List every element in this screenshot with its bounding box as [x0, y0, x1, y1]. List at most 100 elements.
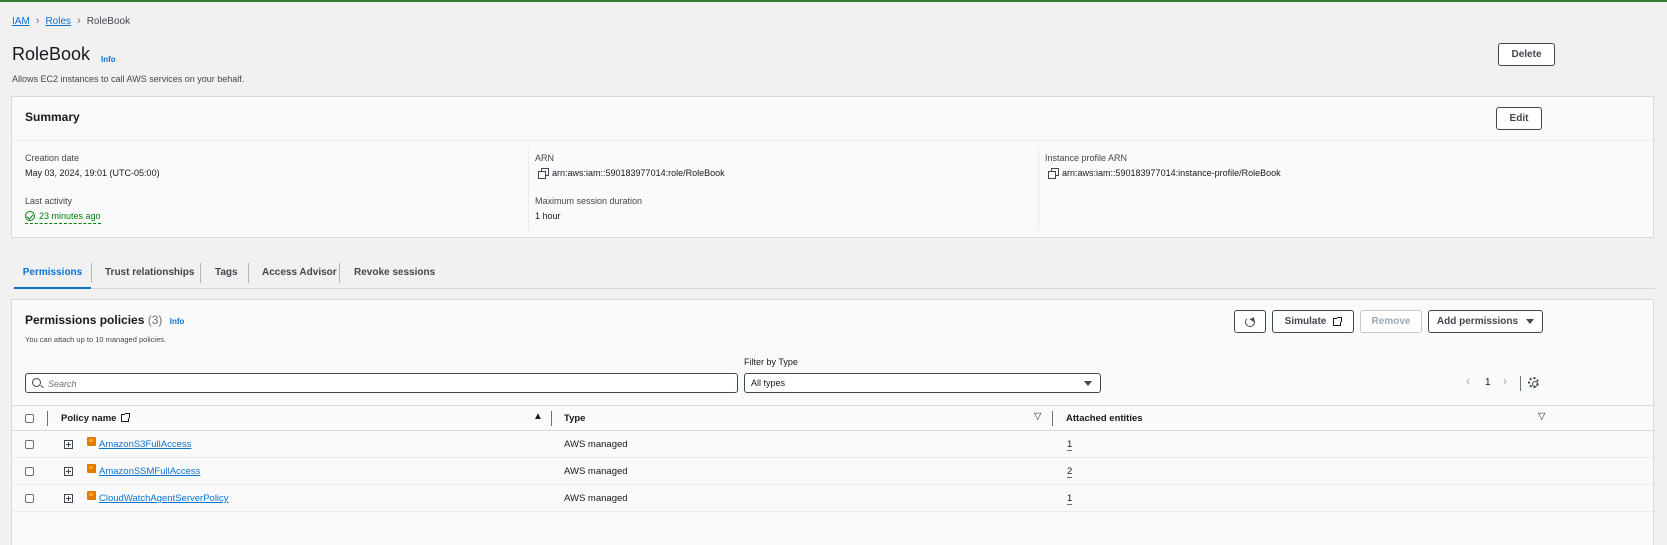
table-row[interactable]: AmazonSSMFullAccess AWS managed 2	[12, 458, 1653, 485]
creation-date-value: May 03, 2024, 19:01 (UTC-05:00)	[25, 168, 160, 178]
instance-profile-value: arn:aws:iam::590183977014:instance-profi…	[1048, 168, 1281, 179]
column-divider	[1038, 147, 1039, 231]
search-icon	[32, 378, 41, 387]
next-page-icon[interactable]: ›	[1503, 374, 1507, 388]
last-activity-value[interactable]: 23 minutes ago	[25, 211, 101, 224]
top-accent-line	[0, 0, 1667, 2]
refresh-button[interactable]	[1234, 310, 1266, 333]
arn-text: arn:aws:iam::590183977014:role/RoleBook	[552, 168, 725, 178]
policy-type: AWS managed	[564, 493, 628, 504]
external-link-icon	[121, 413, 131, 422]
permissions-description: You can attach up to 10 managed policies…	[25, 335, 167, 344]
permissions-title-text: Permissions policies	[25, 313, 145, 327]
previous-page-icon[interactable]: ‹	[1466, 374, 1470, 388]
column-header-attached-entities[interactable]: Attached entities	[1066, 413, 1143, 424]
external-link-icon	[1333, 316, 1343, 326]
tab-revoke-sessions[interactable]: Revoke sessions	[354, 257, 435, 288]
aws-managed-policy-icon	[87, 491, 96, 500]
expand-icon[interactable]	[64, 494, 73, 503]
table-header: Policy name ▲ Type ▽ Attached entities ▽	[12, 405, 1653, 431]
permissions-policies-panel: Permissions policies (3) Info You can at…	[11, 299, 1654, 545]
add-permissions-button[interactable]: Add permissions	[1428, 310, 1543, 333]
select-all-checkbox[interactable]	[25, 414, 34, 423]
row-checkbox[interactable]	[25, 494, 34, 503]
info-link[interactable]: Info	[101, 55, 116, 64]
table-row[interactable]: AmazonS3FullAccess AWS managed 1	[12, 431, 1653, 458]
caret-down-icon	[1084, 381, 1092, 386]
policy-type: AWS managed	[564, 439, 628, 450]
aws-managed-policy-icon	[87, 437, 96, 446]
page-title: RoleBook	[12, 44, 91, 64]
permissions-title: Permissions policies (3) Info	[25, 313, 184, 327]
info-link[interactable]: Info	[170, 317, 185, 326]
expand-icon[interactable]	[64, 440, 73, 449]
sort-icon[interactable]: ▽	[1538, 411, 1545, 422]
tab-permissions[interactable]: Permissions	[14, 257, 91, 289]
instance-profile-text: arn:aws:iam::590183977014:instance-profi…	[1062, 168, 1281, 178]
policy-type: AWS managed	[564, 466, 628, 477]
column-divider	[551, 411, 552, 426]
refresh-icon	[1245, 316, 1255, 327]
copy-icon[interactable]	[1048, 168, 1059, 179]
arn-value: arn:aws:iam::590183977014:role/RoleBook	[538, 168, 725, 179]
tab-bar: Permissions Trust relationships Tags Acc…	[12, 257, 1655, 289]
settings-gear-icon[interactable]	[1528, 377, 1539, 388]
expand-icon[interactable]	[64, 467, 73, 476]
pager-divider	[1520, 376, 1521, 391]
attached-entities-count[interactable]: 2	[1067, 466, 1073, 478]
copy-icon[interactable]	[538, 168, 549, 179]
simulate-button[interactable]: Simulate	[1272, 310, 1354, 333]
tab-divider	[91, 263, 92, 283]
policy-name-header-text: Policy name	[61, 413, 117, 424]
arn-label: ARN	[535, 153, 555, 163]
tab-tags[interactable]: Tags	[215, 257, 238, 288]
attached-entities-count[interactable]: 1	[1067, 493, 1073, 505]
delete-button[interactable]: Delete	[1498, 43, 1555, 66]
tab-divider	[248, 263, 249, 283]
instance-profile-label: Instance profile ARN	[1045, 153, 1128, 163]
column-header-policy-name[interactable]: Policy name	[61, 413, 131, 424]
simulate-label: Simulate	[1284, 316, 1327, 327]
policy-link[interactable]: AmazonS3FullAccess	[99, 439, 191, 450]
table-row[interactable]: CloudWatchAgentServerPolicy AWS managed …	[12, 485, 1653, 512]
max-session-value: 1 hour	[535, 211, 561, 221]
breadcrumb: IAM › Roles › RoleBook	[12, 15, 130, 27]
search-field[interactable]	[25, 373, 738, 393]
type-filter-value: All types	[751, 378, 786, 388]
chevron-right-icon: ›	[77, 15, 81, 27]
caret-down-icon	[1526, 319, 1535, 324]
attached-entities-count[interactable]: 1	[1067, 439, 1073, 451]
breadcrumb-current: RoleBook	[86, 15, 131, 27]
search-input[interactable]	[48, 377, 728, 390]
row-checkbox[interactable]	[25, 467, 34, 476]
edit-button[interactable]: Edit	[1496, 107, 1542, 130]
sort-ascending-icon[interactable]: ▲	[533, 411, 543, 422]
policy-link[interactable]: CloudWatchAgentServerPolicy	[99, 493, 229, 504]
permissions-count: (3)	[147, 313, 163, 327]
chevron-right-icon: ›	[35, 15, 40, 27]
aws-managed-policy-icon	[87, 464, 96, 473]
breadcrumb-iam[interactable]: IAM	[12, 16, 30, 27]
remove-button[interactable]: Remove	[1360, 310, 1422, 333]
column-divider	[47, 411, 48, 426]
add-permissions-label: Add permissions	[1436, 316, 1519, 327]
breadcrumb-roles[interactable]: Roles	[45, 16, 71, 27]
sort-icon[interactable]: ▽	[1034, 411, 1041, 422]
summary-panel: Summary Edit Creation date May 03, 2024,…	[11, 96, 1654, 238]
last-activity-label: Last activity	[25, 196, 73, 206]
summary-header: Summary Edit	[12, 97, 1653, 141]
row-checkbox[interactable]	[25, 440, 34, 449]
max-session-label: Maximum session duration	[535, 196, 643, 206]
type-filter-select[interactable]: All types	[744, 373, 1101, 393]
summary-title: Summary	[25, 110, 80, 124]
filter-by-type-label: Filter by Type	[744, 357, 798, 367]
tab-access-advisor[interactable]: Access Advisor	[262, 257, 337, 288]
column-header-type[interactable]: Type	[564, 413, 585, 424]
tab-trust-relationships[interactable]: Trust relationships	[105, 257, 194, 288]
page-number[interactable]: 1	[1485, 377, 1491, 388]
policy-link[interactable]: AmazonSSMFullAccess	[99, 466, 200, 477]
column-divider	[528, 147, 529, 231]
tab-divider	[339, 263, 340, 283]
tab-divider	[200, 263, 201, 283]
creation-date-label: Creation date	[25, 153, 80, 163]
